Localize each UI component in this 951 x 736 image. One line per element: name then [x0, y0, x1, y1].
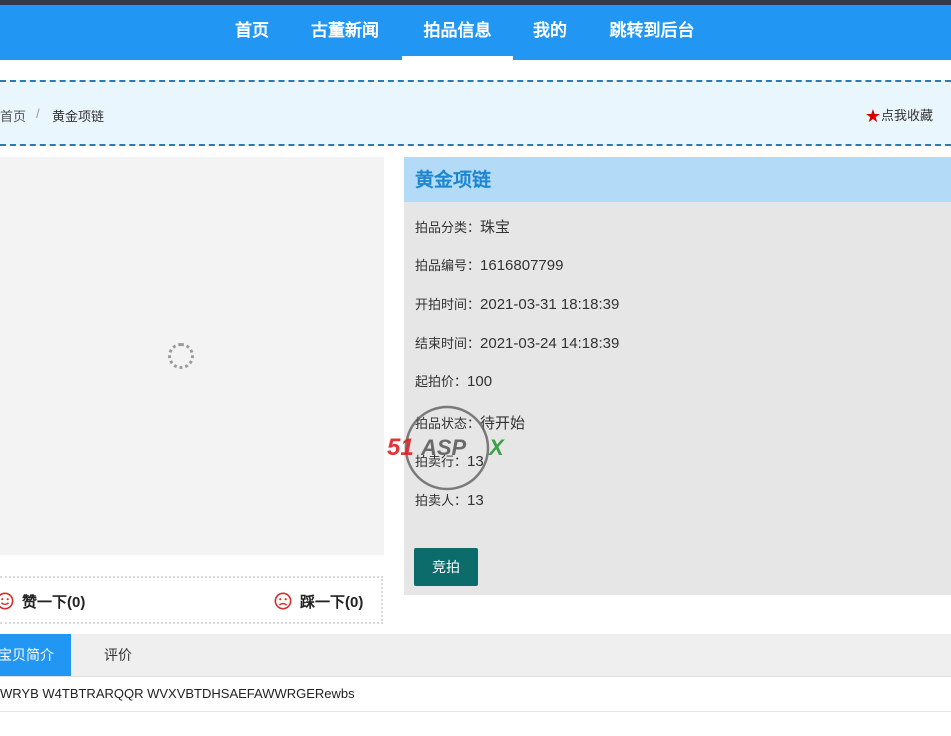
star-icon: ★ — [864, 106, 881, 126]
field-label: 拍卖行： — [415, 454, 468, 469]
field-label: 拍品状态： — [415, 416, 481, 431]
breadcrumb-home[interactable]: 首页 — [0, 106, 26, 125]
field-auction-house: 拍卖行：13 — [415, 451, 484, 470]
like-button[interactable]: 赞一下(0) — [0, 591, 85, 612]
field-label: 结束时间： — [415, 336, 481, 351]
tab-reviews[interactable]: 评价 — [104, 634, 132, 676]
field-item-number: 拍品编号：1616807799 — [415, 255, 563, 274]
bid-button[interactable]: 竞拍 — [414, 548, 478, 586]
frown-icon — [274, 592, 292, 610]
field-label: 拍品分类： — [415, 220, 481, 235]
nav-auction-items[interactable]: 拍品信息 — [402, 5, 513, 60]
field-value: 待开始 — [480, 415, 526, 432]
favorite-label: 点我收藏 — [880, 108, 933, 123]
dislike-button[interactable]: 踩一下(0) — [274, 591, 363, 612]
breadcrumb: 首页 / 黄金项链 ★点我收藏 — [0, 80, 951, 146]
detail-tabs: 宝贝简介 评价 — [0, 634, 951, 677]
nav-admin[interactable]: 跳转到后台 — [604, 5, 700, 60]
dislike-label: 踩一下(0) — [300, 594, 364, 611]
field-status: 拍品状态：待开始 — [415, 412, 525, 433]
item-info-panel: 黄金项链 拍品分类：珠宝 拍品编号：1616807799 开拍时间：2021-0… — [404, 157, 951, 595]
field-value: 2021-03-24 14:18:39 — [480, 335, 620, 352]
item-description: WRYB W4TBTRARQQR WVXVBTDHSAEFAWWRGERewbs — [0, 686, 355, 701]
field-auctioneer: 拍卖人：13 — [415, 490, 484, 509]
field-start-price: 起拍价：100 — [415, 371, 492, 390]
divider — [0, 711, 951, 712]
field-value: 13 — [467, 453, 484, 470]
field-label: 开拍时间： — [415, 297, 481, 312]
field-value: 2021-03-31 18:18:39 — [480, 296, 620, 313]
field-value: 100 — [467, 373, 493, 390]
field-value: 13 — [467, 492, 484, 509]
field-end-time: 结束时间：2021-03-24 14:18:39 — [415, 333, 619, 352]
main-nav: 首页 古董新闻 拍品信息 我的 跳转到后台 — [0, 5, 951, 60]
field-value: 1616807799 — [480, 257, 564, 274]
field-value: 珠宝 — [480, 219, 511, 236]
field-start-time: 开拍时间：2021-03-31 18:18:39 — [415, 294, 619, 313]
product-image — [0, 157, 384, 555]
field-category: 拍品分类：珠宝 — [415, 216, 510, 237]
nav-home[interactable]: 首页 — [230, 5, 274, 60]
vote-bar: 赞一下(0) 踩一下(0) — [0, 576, 383, 624]
tab-description[interactable]: 宝贝简介 — [0, 634, 71, 676]
field-label: 拍卖人： — [415, 493, 468, 508]
smile-icon — [0, 592, 14, 610]
loading-spinner-icon — [168, 343, 194, 369]
field-label: 起拍价： — [415, 374, 468, 389]
breadcrumb-separator: / — [36, 106, 40, 121]
like-label: 赞一下(0) — [22, 594, 86, 611]
favorite-link[interactable]: ★点我收藏 — [865, 105, 933, 127]
nav-antique-news[interactable]: 古董新闻 — [304, 5, 386, 60]
field-label: 拍品编号： — [415, 258, 481, 273]
breadcrumb-current: 黄金项链 — [52, 109, 105, 124]
nav-mine[interactable]: 我的 — [528, 5, 572, 60]
item-title: 黄金项链 — [404, 157, 951, 202]
